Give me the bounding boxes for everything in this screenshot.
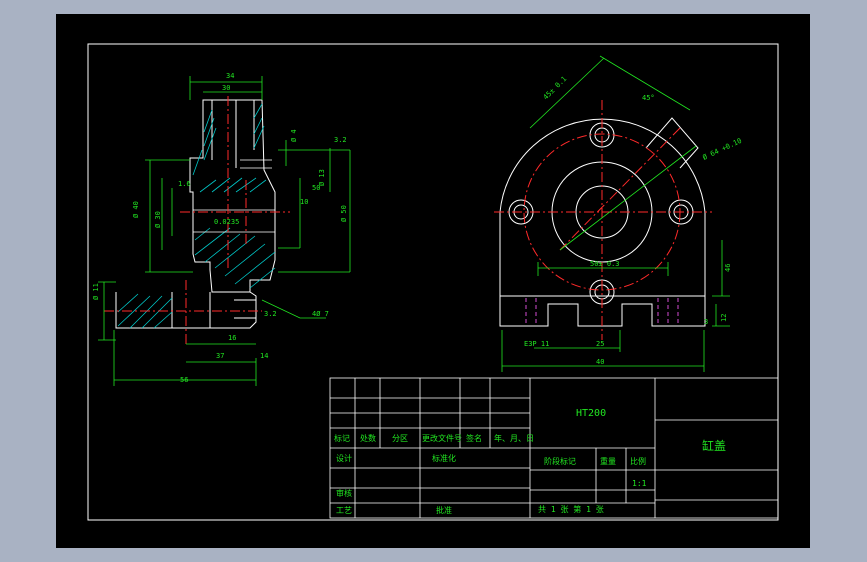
reviewer-label: 审核	[336, 488, 352, 498]
sheet-count: 共 1 张 第 1 张	[538, 504, 604, 514]
approval-label: 批准	[436, 505, 452, 515]
dim-label: 3.2	[264, 310, 277, 318]
header-count: 处数	[360, 433, 376, 443]
stage-mark-label: 阶段标记	[544, 456, 576, 466]
header-signature: 签名	[466, 433, 482, 443]
standardization-label: 标准化	[432, 453, 456, 463]
dim-label: 25	[596, 340, 604, 348]
dim-label: Ø 64 +0.10	[701, 137, 743, 162]
dim-label: E3P 11	[524, 340, 549, 348]
drawing-window: 34 30 50 Ø 4 Ø 13 10 Ø 50 Ø 30 Ø 40 3.2 …	[56, 14, 810, 548]
dim-label: 3.2	[334, 136, 347, 144]
part-name: 缸盖	[702, 438, 726, 453]
dim-label: 10	[300, 198, 308, 206]
header-date: 年、月、日	[494, 433, 534, 443]
dim-label: 46	[724, 264, 732, 272]
dim-label: 16	[228, 334, 236, 342]
hatch-fill	[117, 103, 276, 329]
header-mark: 标记	[334, 433, 350, 443]
drawing-border	[87, 43, 779, 521]
center-lines-left	[104, 96, 290, 345]
dim-label: Ø 40	[132, 201, 140, 218]
hole-callout: 4Ø 7	[312, 310, 329, 318]
dimension-lines-left	[98, 76, 351, 386]
header-change-doc: 更改文件号	[422, 433, 462, 443]
weight-label: 重量	[600, 456, 616, 466]
header-zone: 分区	[392, 434, 408, 443]
process-label: 工艺	[336, 506, 352, 515]
scale-value: 1:1	[632, 479, 647, 488]
dim-label: 45± 0.1	[542, 75, 569, 102]
dim-label: 37	[216, 352, 224, 360]
dim-label: 12	[720, 314, 728, 322]
dim-label: Ø 50	[340, 205, 348, 222]
cad-drawing: 34 30 50 Ø 4 Ø 13 10 Ø 50 Ø 30 Ø 40 3.2 …	[87, 43, 779, 521]
dim-label: 56	[180, 376, 188, 384]
dim-label: 3	[704, 318, 708, 326]
dim-label: 40	[596, 358, 604, 366]
dimension-labels-left: 34 30 50 Ø 4 Ø 13 10 Ø 50 Ø 30 Ø 40 3.2 …	[92, 72, 348, 384]
dim-label: 45°	[642, 94, 655, 102]
dim-label: 1.6	[178, 180, 191, 188]
dim-label: Ø 4	[290, 129, 298, 142]
material-label: HT200	[576, 408, 606, 419]
dim-label: 34	[226, 72, 234, 80]
dim-label: 50± 0.3	[590, 260, 620, 268]
designer-label: 设计	[336, 453, 352, 463]
dim-label: 30	[222, 84, 230, 92]
dimension-labels-right: 45± 0.1 45° Ø 64 +0.10 50± 0.3 E3P 11 25…	[524, 75, 743, 366]
dim-label: 14	[260, 352, 268, 360]
dim-label: 0.0235	[214, 218, 239, 226]
scale-label: 比例	[630, 456, 646, 466]
dim-label: Ø 30	[154, 211, 162, 228]
dim-label: Ø 13	[318, 169, 326, 186]
dimension-lines-right	[501, 55, 730, 372]
dim-label: Ø 11	[92, 283, 100, 300]
